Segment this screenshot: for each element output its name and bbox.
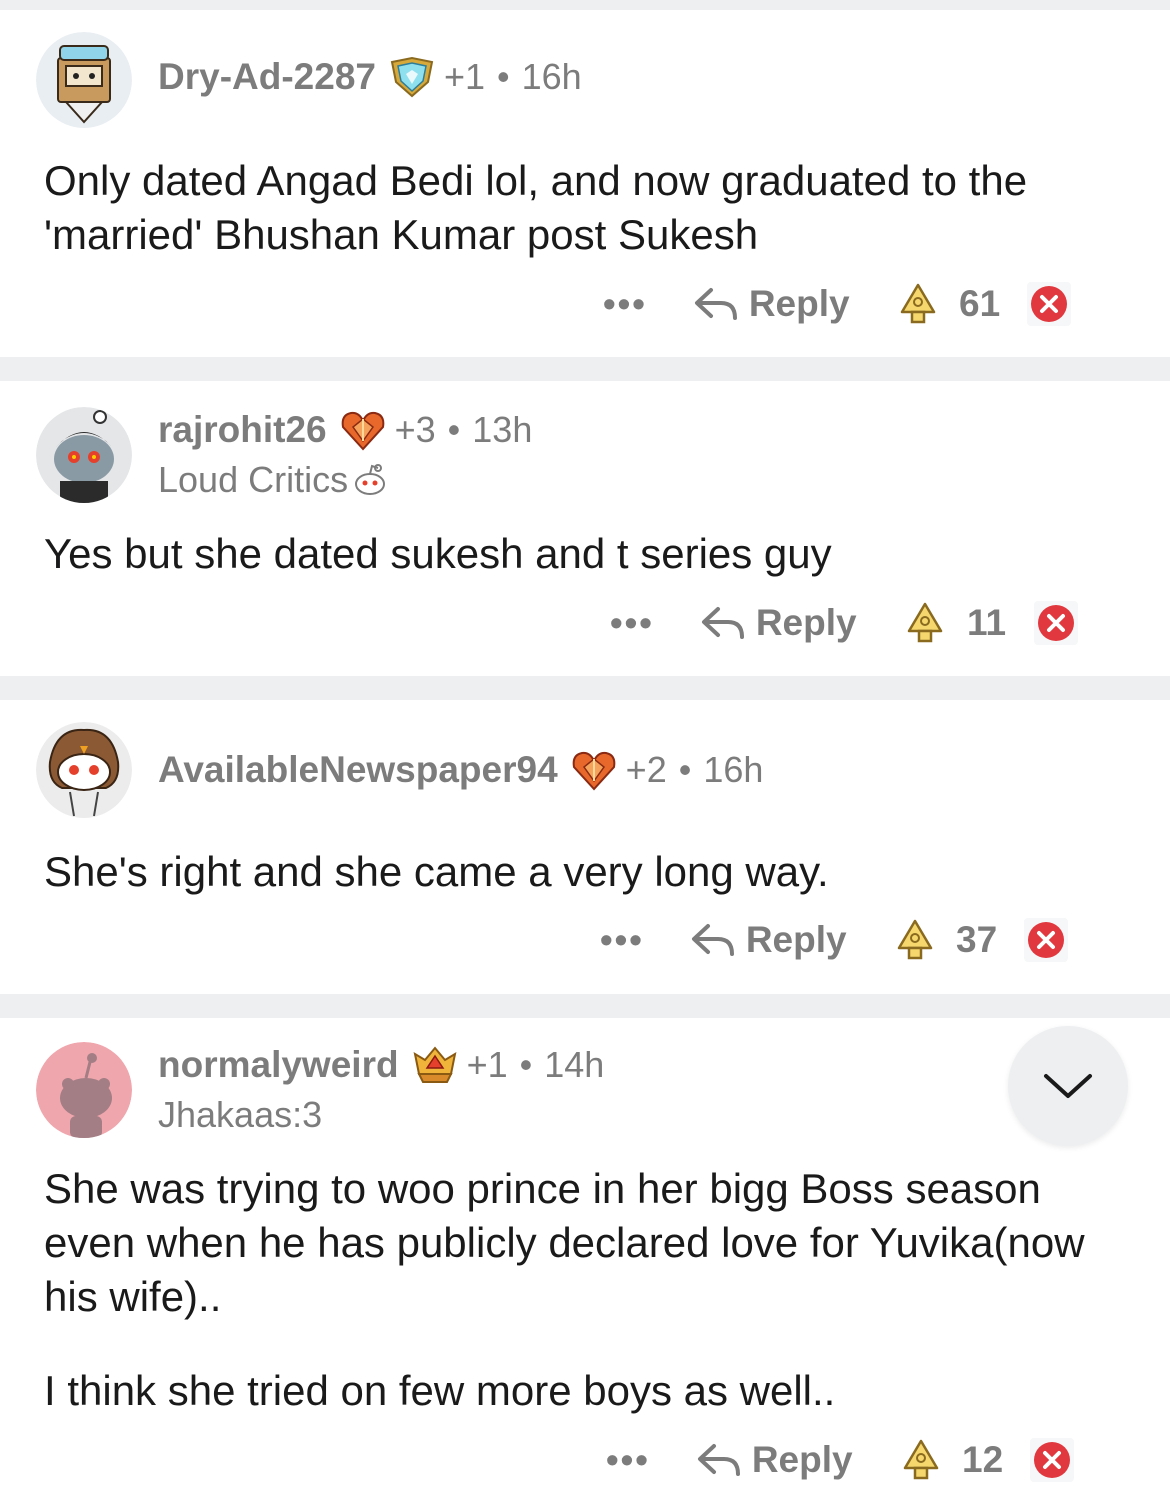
vote-score: 11 (967, 602, 1007, 643)
comment-body: Yes but she dated sukesh and t series gu… (44, 527, 1134, 581)
reply-label: Reply (755, 602, 857, 643)
vote-score: 12 (962, 1439, 1004, 1480)
downvote-icon[interactable] (1029, 1437, 1075, 1483)
comment-body: She's right and she came a very long way… (44, 845, 1134, 899)
shield-award-icon[interactable] (388, 56, 436, 98)
username[interactable]: Dry-Ad-2287 (158, 56, 376, 98)
reply-label: Reply (751, 1439, 853, 1480)
more-options-button[interactable]: ••• (610, 602, 654, 644)
comment-paragraph: She's right and she came a very long way… (44, 848, 829, 895)
comment: Dry-Ad-2287 +1 • 16h Only dated Angad Be… (0, 0, 1170, 357)
user-flair: Jhakaas:3 (158, 1094, 322, 1136)
flair-label: Jhakaas:3 (158, 1094, 323, 1135)
comment-paragraph: Only dated Angad Bedi lol, and now gradu… (44, 157, 1028, 258)
chevron-down-icon (1044, 1074, 1092, 1098)
comment-meta: normalyweird +1 • 14h (158, 1044, 604, 1086)
flair-snoo-icon (352, 462, 388, 498)
upvote-icon[interactable] (901, 1438, 941, 1482)
downvote-icon[interactable] (1033, 600, 1079, 646)
reply-label: Reply (745, 919, 847, 960)
avatar[interactable] (36, 32, 132, 128)
comment-actions: ••• Reply 61 (603, 274, 1072, 334)
crown-shield-award-icon[interactable] (411, 1044, 459, 1086)
reply-label: Reply (748, 283, 850, 324)
karma-count: +2 (625, 749, 667, 790)
username[interactable]: normalyweird (158, 1044, 399, 1086)
reply-arrow-icon (700, 603, 746, 643)
more-options-button[interactable]: ••• (603, 283, 647, 325)
comment-paragraph: I think she tried on few more boys as we… (44, 1367, 836, 1414)
crystal-heart-award-icon[interactable] (339, 409, 387, 451)
comment-divider (0, 994, 1170, 1018)
comment-divider (0, 357, 1170, 381)
vote-score: 37 (956, 919, 998, 960)
separator-dot: • (497, 56, 510, 97)
comment-divider (0, 676, 1170, 700)
timestamp: 13h (472, 409, 533, 450)
karma-count: +1 (443, 56, 486, 97)
upvote-icon[interactable] (898, 282, 938, 326)
reply-arrow-icon (690, 920, 736, 960)
timestamp: 16h (703, 749, 764, 790)
crystal-heart-award-icon[interactable] (570, 749, 618, 791)
comment-paragraph: Yes but she dated sukesh and t series gu… (44, 530, 832, 577)
comment-meta: Dry-Ad-2287 +1 • 16h (158, 56, 582, 98)
karma-count: +1 (466, 1044, 508, 1085)
username[interactable]: AvailableNewspaper94 (158, 749, 558, 791)
avatar[interactable] (36, 722, 132, 818)
separator-dot: • (519, 1044, 533, 1085)
comment: normalyweird +1 • 14h Jhakaas:3 She was … (0, 1018, 1170, 1496)
comment-actions: ••• Reply 37 (600, 910, 1069, 970)
comment-paragraph: She was trying to woo prince in her bigg… (44, 1165, 1085, 1320)
username[interactable]: rajrohit26 (158, 409, 327, 451)
reply-button[interactable]: Reply (700, 602, 857, 644)
karma-count: +3 (394, 409, 436, 450)
collapse-thread-button[interactable] (1008, 1026, 1128, 1146)
comment-actions: ••• Reply 11 (610, 593, 1079, 653)
separator-dot: • (447, 409, 461, 450)
comment-actions: ••• Reply 12 (606, 1430, 1075, 1490)
comment-body: Only dated Angad Bedi lol, and now gradu… (44, 154, 1134, 262)
upvote-icon[interactable] (905, 601, 945, 645)
upvote-icon[interactable] (895, 918, 935, 962)
more-options-button[interactable]: ••• (600, 919, 644, 961)
comment-meta: rajrohit26 +3 • 13h (158, 409, 532, 451)
downvote-icon[interactable] (1023, 917, 1069, 963)
timestamp: 16h (521, 56, 582, 97)
comment: AvailableNewspaper94 +2 • 16h She's righ… (0, 700, 1170, 994)
timestamp: 14h (544, 1044, 605, 1085)
more-options-button[interactable]: ••• (606, 1439, 650, 1481)
reply-button[interactable]: Reply (693, 283, 850, 325)
comment: rajrohit26 +3 • 13h Loud Critics Yes but… (0, 381, 1170, 676)
user-flair: Loud Critics (158, 459, 388, 501)
comment-meta: AvailableNewspaper94 +2 • 16h (158, 749, 763, 791)
reply-arrow-icon (693, 284, 739, 324)
reply-button[interactable]: Reply (690, 919, 847, 961)
comment-body: She was trying to woo prince in her bigg… (44, 1162, 1134, 1418)
avatar[interactable] (36, 1042, 132, 1138)
separator-dot: • (678, 749, 692, 790)
flair-label: Loud Critics (158, 459, 349, 500)
downvote-icon[interactable] (1026, 281, 1072, 327)
vote-score: 61 (959, 283, 1001, 324)
avatar[interactable] (36, 407, 132, 503)
reply-arrow-icon (696, 1440, 742, 1480)
reply-button[interactable]: Reply (696, 1439, 853, 1481)
